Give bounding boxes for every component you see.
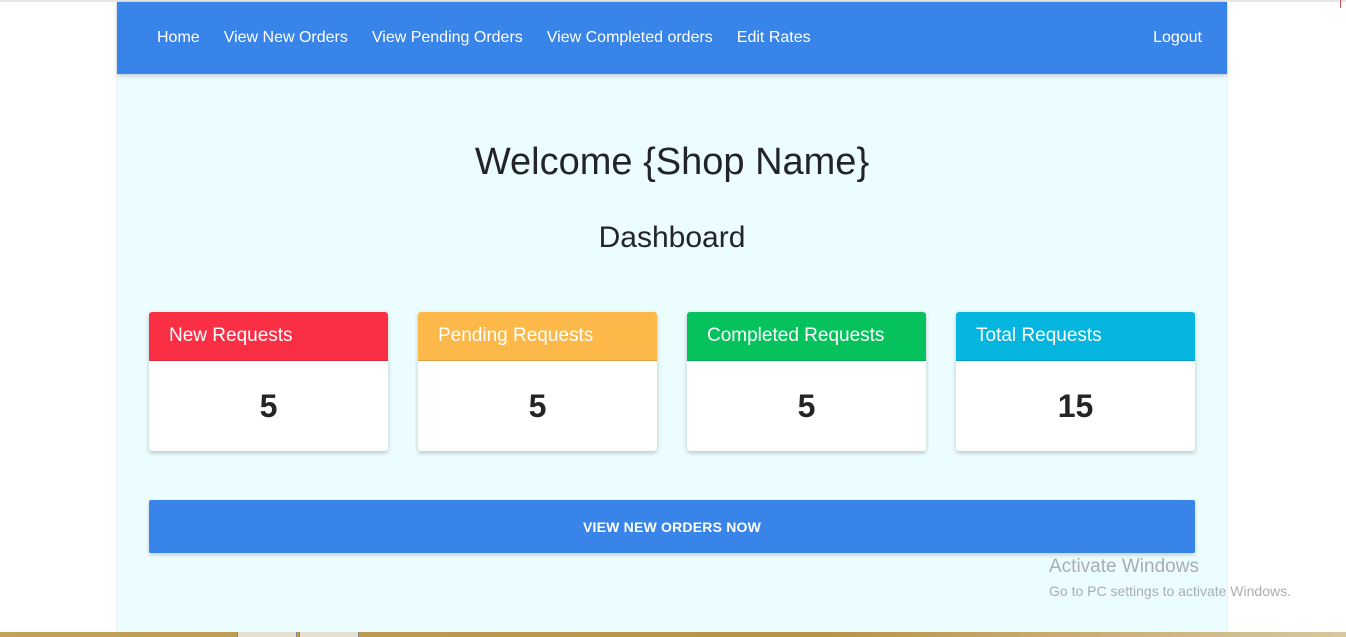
total-requests-count: 15 bbox=[1057, 387, 1094, 424]
taskbar bbox=[0, 632, 1346, 637]
view-new-orders-now-button[interactable]: VIEW NEW ORDERS NOW bbox=[149, 500, 1195, 553]
pending-requests-card: Pending Requests 5 bbox=[418, 312, 657, 451]
nav-view-pending-orders-link[interactable]: View Pending Orders bbox=[372, 29, 523, 47]
pending-requests-card-header: Pending Requests bbox=[418, 312, 657, 361]
new-requests-count: 5 bbox=[259, 387, 278, 424]
welcome-heading: Welcome {Shop Name} bbox=[474, 141, 870, 183]
nav-right: Logout bbox=[1153, 2, 1202, 74]
nav-edit-rates-link[interactable]: Edit Rates bbox=[737, 29, 811, 47]
navbar: Home View New Orders View Pending Orders… bbox=[117, 2, 1227, 74]
window-edge-mark bbox=[1340, 0, 1341, 8]
completed-requests-count: 5 bbox=[797, 387, 816, 424]
dashboard-title: Dashboard bbox=[598, 221, 746, 254]
total-requests-card: Total Requests 15 bbox=[956, 312, 1195, 451]
nav-links: Home View New Orders View Pending Orders… bbox=[157, 2, 835, 74]
pending-requests-count: 5 bbox=[528, 387, 547, 424]
new-requests-card: New Requests 5 bbox=[149, 312, 388, 451]
nav-view-completed-orders-link[interactable]: View Completed orders bbox=[547, 29, 713, 47]
total-requests-card-header: Total Requests bbox=[956, 312, 1195, 361]
nav-view-new-orders-link[interactable]: View New Orders bbox=[224, 29, 348, 47]
completed-requests-card: Completed Requests 5 bbox=[687, 312, 926, 451]
taskbar-button[interactable] bbox=[299, 632, 359, 637]
logout-link[interactable]: Logout bbox=[1153, 29, 1202, 47]
page-container: Home View New Orders View Pending Orders… bbox=[117, 2, 1227, 637]
new-requests-card-header: New Requests bbox=[149, 312, 388, 361]
nav-home-link[interactable]: Home bbox=[157, 29, 200, 47]
completed-requests-card-header: Completed Requests bbox=[687, 312, 926, 361]
taskbar-button[interactable] bbox=[237, 632, 297, 637]
